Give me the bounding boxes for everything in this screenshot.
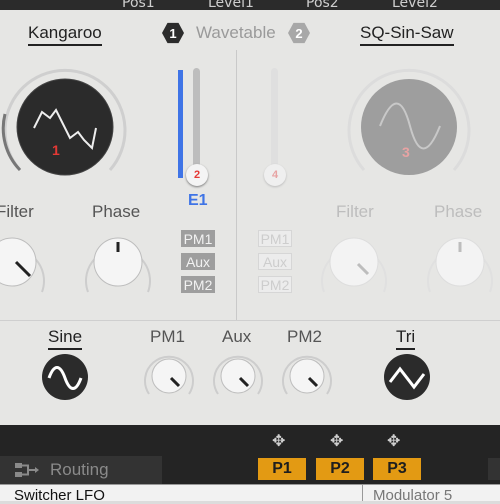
top-label-pos1: Pos1 <box>122 0 155 10</box>
modulator-5-label[interactable]: Modulator 5 <box>373 487 452 504</box>
lfo-pm2-knob[interactable] <box>275 346 339 407</box>
lfo-aux-knob[interactable] <box>206 346 270 407</box>
osc1-wave-display[interactable]: 1 <box>0 52 138 197</box>
osc1-filter-knob[interactable] <box>0 222 60 307</box>
wavetable-title: Wavetable <box>196 23 276 42</box>
slider1-label: E1 <box>188 192 208 209</box>
section-divider <box>0 320 500 321</box>
osc1-phase-label: Phase <box>92 202 141 221</box>
osc2-wave-display-graphic <box>347 68 471 175</box>
move-icon[interactable]: ✥ <box>272 431 285 451</box>
lfo-aux-knob-graphic <box>213 355 263 395</box>
switcher-lfo-label[interactable]: Switcher LFO <box>14 487 105 504</box>
osc2-phase-knob[interactable] <box>412 222 500 307</box>
osc1-aux-button[interactable]: Aux <box>181 253 215 270</box>
lfo-pm1-label: PM1 <box>150 327 185 346</box>
osc1-position-number: 1 <box>52 142 60 158</box>
osc2-phase-knob-graphic <box>427 237 493 293</box>
lfo-pm1-knob[interactable] <box>137 346 201 407</box>
top-label-level1: Level1 <box>208 0 254 10</box>
lfo-aux-label: Aux <box>222 327 252 346</box>
routing-label: Routing <box>50 460 109 479</box>
lfo-right-shape-button[interactable] <box>382 352 432 407</box>
lfo-right-shape-label[interactable]: Tri <box>396 327 416 350</box>
pad-p1-button[interactable]: P1 <box>258 458 306 480</box>
pad-p3-button[interactable]: P3 <box>373 458 421 480</box>
top-bar: Pos1 Level1 Pos2 Level2 <box>0 0 500 10</box>
move-icon[interactable]: ✥ <box>387 431 400 451</box>
triangle-wave-icon <box>384 354 430 400</box>
top-label-pos2: Pos2 <box>306 0 339 10</box>
lower-divider <box>362 485 363 501</box>
osc1-filter-knob-graphic <box>0 237 45 293</box>
osc2-filter-knob[interactable] <box>306 222 402 307</box>
osc1-filter-label: Filter <box>0 202 34 221</box>
osc1-wavetable-name[interactable]: Kangaroo <box>28 23 102 46</box>
slider1-handle[interactable]: 2 <box>186 164 208 186</box>
osc1-wave-display-graphic <box>1 68 127 176</box>
lfo-pm2-knob-graphic <box>282 355 332 395</box>
routing-button[interactable]: Routing <box>0 456 162 484</box>
sine-wave-icon <box>42 354 88 400</box>
lower-panel: Switcher LFO Modulator 5 <box>0 484 500 504</box>
osc2-filter-label: Filter <box>336 202 374 221</box>
osc2-phase-label: Phase <box>434 202 483 221</box>
slider2-handle[interactable]: 4 <box>264 164 286 186</box>
slider1-track[interactable] <box>193 68 200 172</box>
osc2-position-number: 3 <box>402 144 410 160</box>
osc1-phase-knob-graphic <box>85 237 151 293</box>
move-icon[interactable]: ✥ <box>330 431 343 451</box>
slider2-track[interactable] <box>271 68 278 172</box>
osc2-aux-button[interactable]: Aux <box>258 253 292 270</box>
osc1-phase-knob[interactable] <box>70 222 166 307</box>
osc2-wavetable-name[interactable]: SQ-Sin-Saw <box>360 23 454 46</box>
slider1-level-bar <box>178 70 183 178</box>
osc1-pm1-button[interactable]: PM1 <box>181 230 215 247</box>
routing-icon <box>15 463 39 477</box>
osc2-pm1-button[interactable]: PM1 <box>258 230 292 247</box>
bottom-right-control[interactable] <box>488 458 500 480</box>
osc2-pm2-button[interactable]: PM2 <box>258 276 292 293</box>
osc2-filter-knob-graphic <box>321 237 387 293</box>
lfo-pm2-label: PM2 <box>287 327 322 346</box>
osc2-wave-display[interactable]: 3 <box>336 52 482 197</box>
lfo-left-shape-label[interactable]: Sine <box>48 327 83 350</box>
divider <box>236 50 237 320</box>
lfo-left-shape-button[interactable] <box>40 352 90 407</box>
pad-p2-button[interactable]: P2 <box>316 458 364 480</box>
top-label-level2: Level2 <box>392 0 438 10</box>
osc1-pm2-button[interactable]: PM2 <box>181 276 215 293</box>
lfo-pm1-knob-graphic <box>144 355 194 395</box>
